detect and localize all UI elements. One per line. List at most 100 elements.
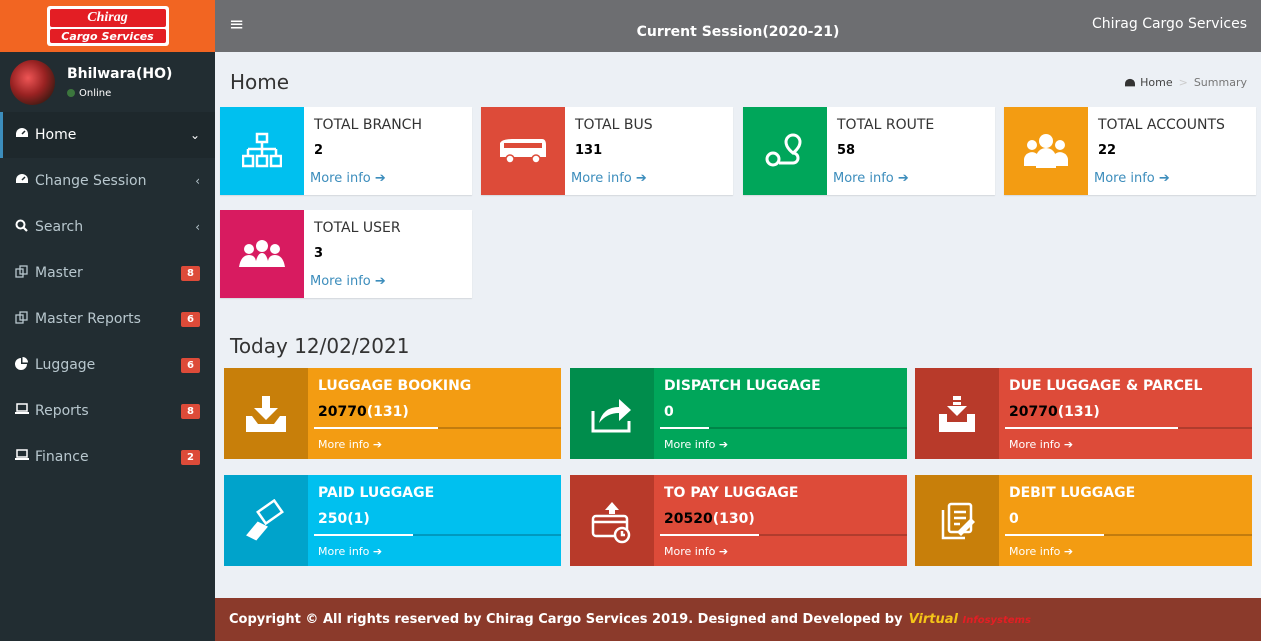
box-value: 0 bbox=[1009, 511, 1019, 527]
menu-label: Change Session bbox=[35, 173, 147, 189]
progress-fill bbox=[660, 427, 710, 429]
info-value: 131 bbox=[575, 143, 603, 158]
laptop-icon bbox=[15, 449, 35, 465]
menu-item-search[interactable]: Search ‹ bbox=[0, 204, 215, 250]
sidebar: Chirag Cargo Services Bhilwara(HO) Onlin… bbox=[0, 0, 215, 641]
user-name: Bhilwara(HO) bbox=[67, 65, 173, 82]
paid-luggage-box: PAID LUGGAGE 250(1) More info ➔ bbox=[224, 475, 561, 566]
more-info-link[interactable]: More info ➔ bbox=[318, 545, 382, 558]
route-icon bbox=[743, 107, 827, 195]
download-tray-icon bbox=[224, 368, 308, 459]
header-brand[interactable]: Chirag Cargo Services bbox=[1092, 16, 1247, 32]
search-icon bbox=[15, 219, 35, 236]
luggage-booking-box: LUGGAGE BOOKING 20770(131) More info ➔ bbox=[224, 368, 561, 459]
more-info-link[interactable]: More info ➔ bbox=[310, 274, 386, 289]
more-info-link[interactable]: More info ➔ bbox=[571, 171, 647, 186]
more-info-link[interactable]: More info ➔ bbox=[318, 438, 382, 451]
page-title: Home bbox=[230, 70, 290, 94]
box-value-secondary: (131) bbox=[366, 404, 409, 420]
developer-logo[interactable]: Virtual Infosystems bbox=[909, 612, 1031, 627]
logo-box: Chirag Cargo Services bbox=[46, 6, 169, 46]
menu-item-luggage[interactable]: Luggage 6 bbox=[0, 342, 215, 388]
arrow-circle-right-icon: ➔ bbox=[372, 545, 383, 558]
online-dot-icon bbox=[67, 89, 75, 97]
arrow-circle-right-icon: ➔ bbox=[1063, 545, 1074, 558]
breadcrumb-separator: > bbox=[1178, 76, 1188, 89]
count-badge: 2 bbox=[181, 449, 200, 465]
count-badge: 8 bbox=[181, 265, 200, 281]
box-title: DEBIT LUGGAGE bbox=[1009, 485, 1136, 501]
arrow-circle-right-icon: ➔ bbox=[718, 545, 729, 558]
pay-hand-icon bbox=[224, 475, 308, 566]
more-info-link[interactable]: More info ➔ bbox=[833, 171, 909, 186]
users-icon bbox=[1004, 107, 1088, 195]
more-info-label: More info bbox=[310, 274, 371, 289]
dashboard-icon bbox=[1125, 78, 1136, 86]
card-clock-icon bbox=[570, 475, 654, 566]
debit-luggage-box: DEBIT LUGGAGE 0 More info ➔ bbox=[915, 475, 1252, 566]
user-panel: Bhilwara(HO) Online bbox=[0, 52, 215, 112]
box-value-secondary: 0 bbox=[1009, 511, 1019, 527]
info-value: 3 bbox=[314, 246, 324, 261]
more-info-link[interactable]: More info ➔ bbox=[1094, 171, 1170, 186]
info-box-total-route: TOTAL ROUTE 58 More info ➔ bbox=[743, 107, 995, 195]
user-status-label: Online bbox=[79, 87, 112, 99]
dispatch-luggage-box: DISPATCH LUGGAGE 0 More info ➔ bbox=[570, 368, 907, 459]
box-value: 20770(131) bbox=[1009, 404, 1100, 420]
menu-item-master[interactable]: Master 8 bbox=[0, 250, 215, 296]
arrow-circle-right-icon: ➔ bbox=[374, 274, 386, 289]
brand-logo[interactable]: Chirag Cargo Services bbox=[0, 0, 215, 52]
count-badge: 8 bbox=[181, 403, 200, 419]
menu-label: Home bbox=[35, 127, 77, 143]
progress-fill bbox=[1005, 427, 1178, 429]
progress-fill bbox=[1005, 534, 1104, 536]
laptop-icon bbox=[15, 403, 35, 419]
menu-label: Finance bbox=[35, 449, 89, 465]
more-info-label: More info bbox=[664, 438, 716, 451]
box-value-secondary: 250(1) bbox=[318, 511, 370, 527]
menu-item-master-reports[interactable]: Master Reports 6 bbox=[0, 296, 215, 342]
breadcrumb-current: Summary bbox=[1193, 76, 1247, 89]
menu-item-reports[interactable]: Reports 8 bbox=[0, 388, 215, 434]
chevron-left-icon: ‹ bbox=[195, 174, 200, 188]
chevron-left-icon: ‹ bbox=[195, 220, 200, 234]
menu-label: Reports bbox=[35, 403, 89, 419]
more-info-link[interactable]: More info ➔ bbox=[664, 545, 728, 558]
box-value-secondary: (131) bbox=[1057, 404, 1100, 420]
info-value: 58 bbox=[837, 143, 856, 158]
breadcrumb-home[interactable]: Home bbox=[1140, 76, 1172, 89]
chevron-down-icon: ⌄ bbox=[189, 128, 200, 142]
more-info-label: More info bbox=[664, 545, 716, 558]
box-title: DISPATCH LUGGAGE bbox=[664, 378, 821, 394]
box-value-secondary: 0 bbox=[664, 404, 674, 420]
more-info-label: More info bbox=[318, 545, 370, 558]
inbox-icon bbox=[915, 368, 999, 459]
more-info-link[interactable]: More info ➔ bbox=[1009, 438, 1073, 451]
info-box-total-branch: TOTAL BRANCH 2 More info ➔ bbox=[220, 107, 472, 195]
box-value-primary: 20770 bbox=[318, 404, 367, 420]
progress-bar bbox=[314, 534, 561, 536]
arrow-circle-right-icon: ➔ bbox=[372, 438, 383, 451]
pie-chart-icon bbox=[15, 356, 35, 374]
info-title: TOTAL ROUTE bbox=[837, 117, 935, 133]
info-title: TOTAL BUS bbox=[575, 117, 653, 133]
copyright-text: Copyright © All rights reserved by Chira… bbox=[229, 612, 903, 627]
arrow-circle-right-icon: ➔ bbox=[718, 438, 729, 451]
more-info-link[interactable]: More info ➔ bbox=[310, 171, 386, 186]
menu-item-finance[interactable]: Finance 2 bbox=[0, 434, 215, 480]
copy-icon bbox=[15, 264, 35, 282]
box-title: PAID LUGGAGE bbox=[318, 485, 435, 501]
box-value: 0 bbox=[664, 404, 674, 420]
box-title: DUE LUGGAGE & PARCEL bbox=[1009, 378, 1203, 394]
menu-item-change-session[interactable]: Change Session ‹ bbox=[0, 158, 215, 204]
menu-item-home[interactable]: Home ⌄ bbox=[0, 112, 215, 158]
info-value: 2 bbox=[314, 143, 324, 158]
box-value: 20770(131) bbox=[318, 404, 409, 420]
more-info-link[interactable]: More info ➔ bbox=[1009, 545, 1073, 558]
info-title: TOTAL USER bbox=[314, 220, 401, 236]
arrow-circle-right-icon: ➔ bbox=[374, 171, 386, 186]
more-info-link[interactable]: More info ➔ bbox=[664, 438, 728, 451]
top-header: ≡ Current Session(2020-21) Chirag Cargo … bbox=[215, 0, 1261, 52]
progress-fill bbox=[660, 534, 759, 536]
progress-bar bbox=[1005, 427, 1252, 429]
